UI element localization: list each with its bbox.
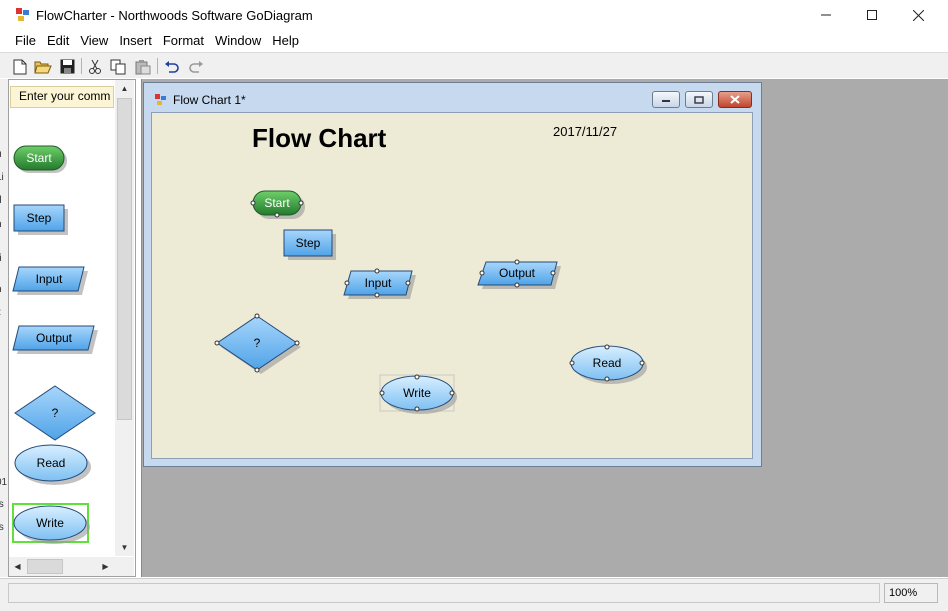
scroll-corner — [115, 557, 134, 576]
document-icon — [155, 94, 166, 105]
palette-output-label: Output — [36, 331, 73, 345]
scroll-left-icon[interactable]: ◀ — [9, 558, 26, 575]
cut-button[interactable] — [85, 57, 105, 76]
palette-start[interactable]: Start — [13, 145, 67, 173]
menu-file[interactable]: File — [11, 30, 40, 52]
open-icon — [34, 61, 52, 74]
minimize-icon — [821, 14, 831, 16]
palette-vertical-scroll-thumb[interactable] — [117, 98, 132, 420]
scroll-up-icon[interactable]: ▲ — [116, 80, 133, 97]
palette-step[interactable]: Step — [13, 204, 68, 235]
palette-input-label: Input — [36, 272, 63, 286]
minimize-icon — [662, 99, 670, 102]
scroll-right-icon[interactable]: ▶ — [97, 558, 114, 575]
palette-horizontal-scrollbar[interactable]: ◀ ▶ — [9, 557, 115, 576]
menu-edit[interactable]: Edit — [43, 30, 73, 52]
new-icon — [13, 59, 27, 74]
toolbar-separator — [157, 58, 158, 74]
close-icon — [730, 95, 740, 104]
palette-decision-label: ? — [52, 406, 59, 420]
palette-step-label: Step — [27, 211, 52, 225]
menu-window[interactable]: Window — [211, 30, 265, 52]
redo-icon — [189, 60, 203, 73]
toolbar — [0, 52, 948, 78]
palette-read-label: Read — [37, 456, 66, 470]
new-button[interactable] — [10, 57, 30, 76]
undo-icon — [165, 60, 179, 73]
document-window-title: Flow Chart 1* — [173, 93, 246, 107]
paste-button[interactable] — [133, 57, 153, 76]
scroll-down-icon[interactable]: ▼ — [116, 539, 133, 556]
child-restore-button[interactable] — [685, 91, 713, 108]
menu-bar: File Edit View Insert Format Window Help — [0, 30, 948, 52]
diagram-canvas[interactable] — [151, 112, 753, 459]
minimize-button[interactable] — [803, 0, 849, 30]
save-icon — [60, 59, 74, 74]
save-button[interactable] — [57, 57, 77, 76]
close-button[interactable] — [895, 0, 941, 30]
open-button[interactable] — [33, 57, 53, 76]
copy-button[interactable] — [108, 57, 128, 76]
palette-write-label: Write — [36, 516, 64, 530]
diagram-title[interactable]: Flow Chart — [252, 123, 386, 154]
restore-icon — [694, 95, 704, 104]
app-icon — [16, 8, 29, 21]
status-message-panel — [8, 583, 880, 603]
menu-format[interactable]: Format — [159, 30, 208, 52]
toolbar-separator — [81, 58, 82, 74]
status-bar: 100% — [0, 578, 948, 611]
title-bar: FlowCharter - Northwoods Software GoDiag… — [0, 0, 948, 30]
palette-decision[interactable]: ? — [14, 385, 96, 441]
palette-horizontal-scroll-thumb[interactable] — [27, 559, 63, 574]
maximize-icon — [867, 10, 877, 20]
palette-output[interactable]: Output — [12, 325, 98, 354]
cut-icon — [89, 59, 101, 74]
redo-button[interactable] — [186, 57, 206, 76]
palette-vertical-scrollbar[interactable]: ▲ ▼ — [115, 80, 134, 556]
child-minimize-button[interactable] — [652, 91, 680, 108]
palette-write[interactable]: Write — [12, 503, 90, 544]
paste-icon — [135, 59, 151, 74]
menu-insert[interactable]: Insert — [115, 30, 156, 52]
hidden-side-panel: u Li d n ri n z 01 ts ts — [0, 79, 8, 577]
undo-button[interactable] — [162, 57, 182, 76]
palette-start-label: Start — [26, 151, 52, 165]
diagram-date[interactable]: 2017/11/27 — [553, 124, 617, 139]
app-title: FlowCharter - Northwoods Software GoDiag… — [36, 8, 313, 23]
close-icon — [912, 9, 924, 21]
menu-view[interactable]: View — [76, 30, 112, 52]
maximize-button[interactable] — [849, 0, 895, 30]
palette-input[interactable]: Input — [12, 266, 88, 295]
zoom-level: 100% — [884, 583, 938, 603]
copy-icon — [110, 59, 126, 74]
palette-read[interactable]: Read — [14, 444, 91, 485]
comment-input[interactable]: Enter your comm — [10, 86, 114, 108]
child-close-button[interactable] — [718, 91, 752, 108]
menu-help[interactable]: Help — [268, 30, 303, 52]
